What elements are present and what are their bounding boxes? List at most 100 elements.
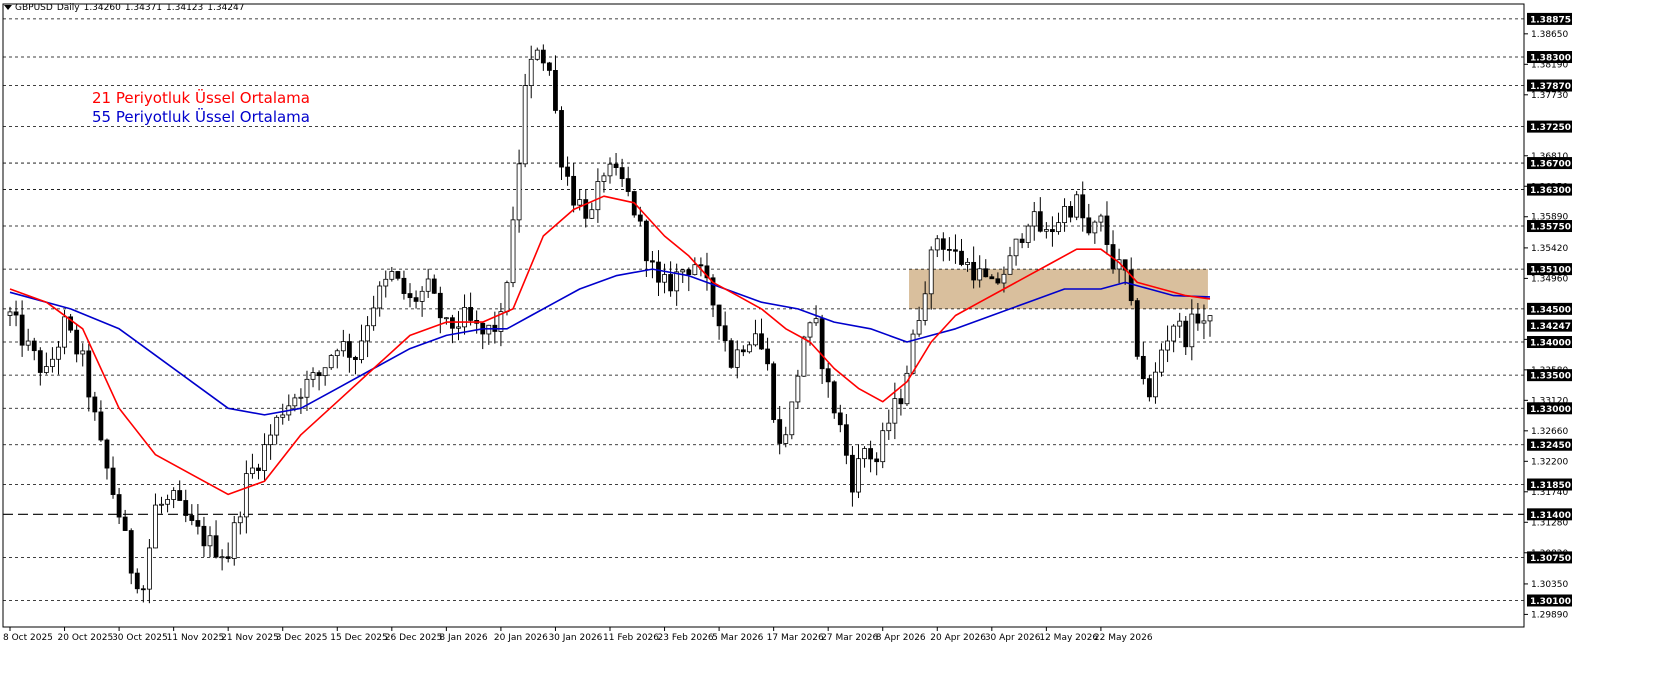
candle-body: [1153, 371, 1158, 398]
candle-body: [965, 261, 970, 265]
candle-body: [456, 326, 461, 329]
candle-body: [837, 412, 843, 426]
candle-body: [237, 516, 243, 524]
candle-body: [601, 175, 607, 182]
level-price-label: 1.34000: [1530, 339, 1571, 349]
candle-body: [637, 214, 643, 222]
candle-body: [868, 448, 874, 460]
candle-body: [225, 556, 231, 559]
candle-body: [1080, 194, 1086, 219]
level-price-label: 1.38300: [1530, 54, 1571, 64]
x-tick-label: 27 Mar 2026: [821, 633, 878, 643]
x-tick-label: 8 Apr 2026: [876, 633, 926, 643]
candle-body: [904, 372, 910, 405]
candle-body: [801, 336, 807, 377]
candle-body: [850, 454, 855, 493]
candle-body: [971, 261, 977, 281]
candle-body: [104, 439, 110, 469]
candle-body: [377, 285, 383, 309]
candle-body: [346, 341, 352, 358]
x-tick-label: 11 Nov 2025: [167, 633, 225, 643]
candle-body: [692, 264, 698, 276]
x-tick-label: 8 Oct 2025: [3, 633, 53, 643]
candle-body: [243, 473, 249, 518]
level-price-label: 1.30750: [1530, 554, 1571, 564]
candle-body: [389, 271, 395, 280]
candle-body: [280, 414, 286, 418]
price-chart-svg[interactable]: 1.386501.381901.377301.368101.363501.358…: [0, 0, 1662, 685]
candle-body: [1007, 255, 1013, 275]
candle-body: [13, 311, 19, 316]
level-price-label: 1.36700: [1530, 160, 1571, 170]
level-price-label: 1.33000: [1530, 405, 1571, 415]
candle-body: [995, 278, 1001, 284]
candle-body: [25, 340, 31, 346]
candle-body: [19, 314, 25, 346]
candle-body: [359, 340, 364, 360]
candle-body: [486, 324, 492, 335]
candle-body: [862, 448, 867, 460]
y-tick-label: 1.29890: [1531, 610, 1568, 620]
level-price-label: 1.38875: [1530, 15, 1571, 25]
candle-body: [371, 307, 377, 327]
candle-body: [98, 411, 104, 441]
candle-body: [450, 317, 455, 329]
candle-body: [740, 349, 746, 353]
candle-body: [195, 520, 201, 527]
candle-body: [50, 358, 55, 367]
x-tick-label: 20 Apr 2026: [930, 633, 986, 643]
candle-body: [425, 278, 431, 292]
candle-body: [110, 467, 116, 495]
x-tick-label: 30 Apr 2026: [985, 633, 1041, 643]
candle-body: [922, 293, 928, 321]
level-price-label: 1.34500: [1530, 305, 1571, 315]
candle-body: [468, 307, 474, 321]
candle-body: [674, 271, 680, 292]
candle-body: [231, 522, 237, 559]
x-tick-label: 15 Dec 2025: [330, 633, 388, 643]
candle-body: [565, 166, 570, 177]
candle-body: [213, 535, 219, 558]
candle-body: [753, 333, 758, 346]
candle-body: [1074, 194, 1080, 218]
candle-body: [777, 419, 783, 444]
x-tick-label: 23 Feb 2026: [658, 633, 714, 643]
candle-body: [765, 348, 770, 365]
candle-body: [607, 163, 613, 177]
candle-body: [589, 209, 595, 219]
level-price-label: 1.35750: [1530, 223, 1571, 233]
level-price-label: 1.35100: [1530, 266, 1571, 276]
candle-body: [116, 494, 122, 518]
candle-body: [171, 490, 177, 500]
candle-body: [522, 85, 528, 165]
candle-body: [292, 397, 298, 407]
candle-body: [613, 163, 619, 168]
level-price-label: 1.31400: [1530, 511, 1571, 521]
candle-body: [886, 422, 892, 432]
candle-body: [92, 396, 98, 413]
candle-body: [540, 49, 546, 64]
y-tick-label: 1.34960: [1531, 274, 1568, 284]
candle-body: [553, 70, 558, 111]
current-price-label: 1.34247: [1530, 322, 1571, 332]
y-tick-label: 1.35420: [1531, 244, 1568, 254]
candle-body: [201, 525, 207, 547]
candle-body: [734, 349, 740, 368]
candle-body: [577, 199, 583, 206]
candle-body: [813, 318, 819, 324]
y-tick-label: 1.32660: [1531, 427, 1568, 437]
chart: GBPUSD Daily 1.34260 1.34371 1.34123 1.34247 …: [0, 0, 1662, 685]
x-tick-label: 17 Mar 2026: [767, 633, 824, 643]
candle-body: [183, 500, 189, 516]
x-tick-label: 3 Dec 2025: [276, 633, 328, 643]
x-tick-label: 30 Jan 2026: [548, 633, 602, 643]
candle-body: [262, 444, 267, 471]
candle-body: [74, 329, 80, 355]
candle-body: [1146, 378, 1152, 398]
candle-body: [1207, 315, 1213, 322]
candle-body: [1177, 320, 1183, 327]
x-tick-label: 20 Jan 2026: [494, 633, 548, 643]
candle-body: [722, 325, 728, 342]
candle-body: [656, 261, 661, 283]
candle-body: [504, 282, 510, 313]
